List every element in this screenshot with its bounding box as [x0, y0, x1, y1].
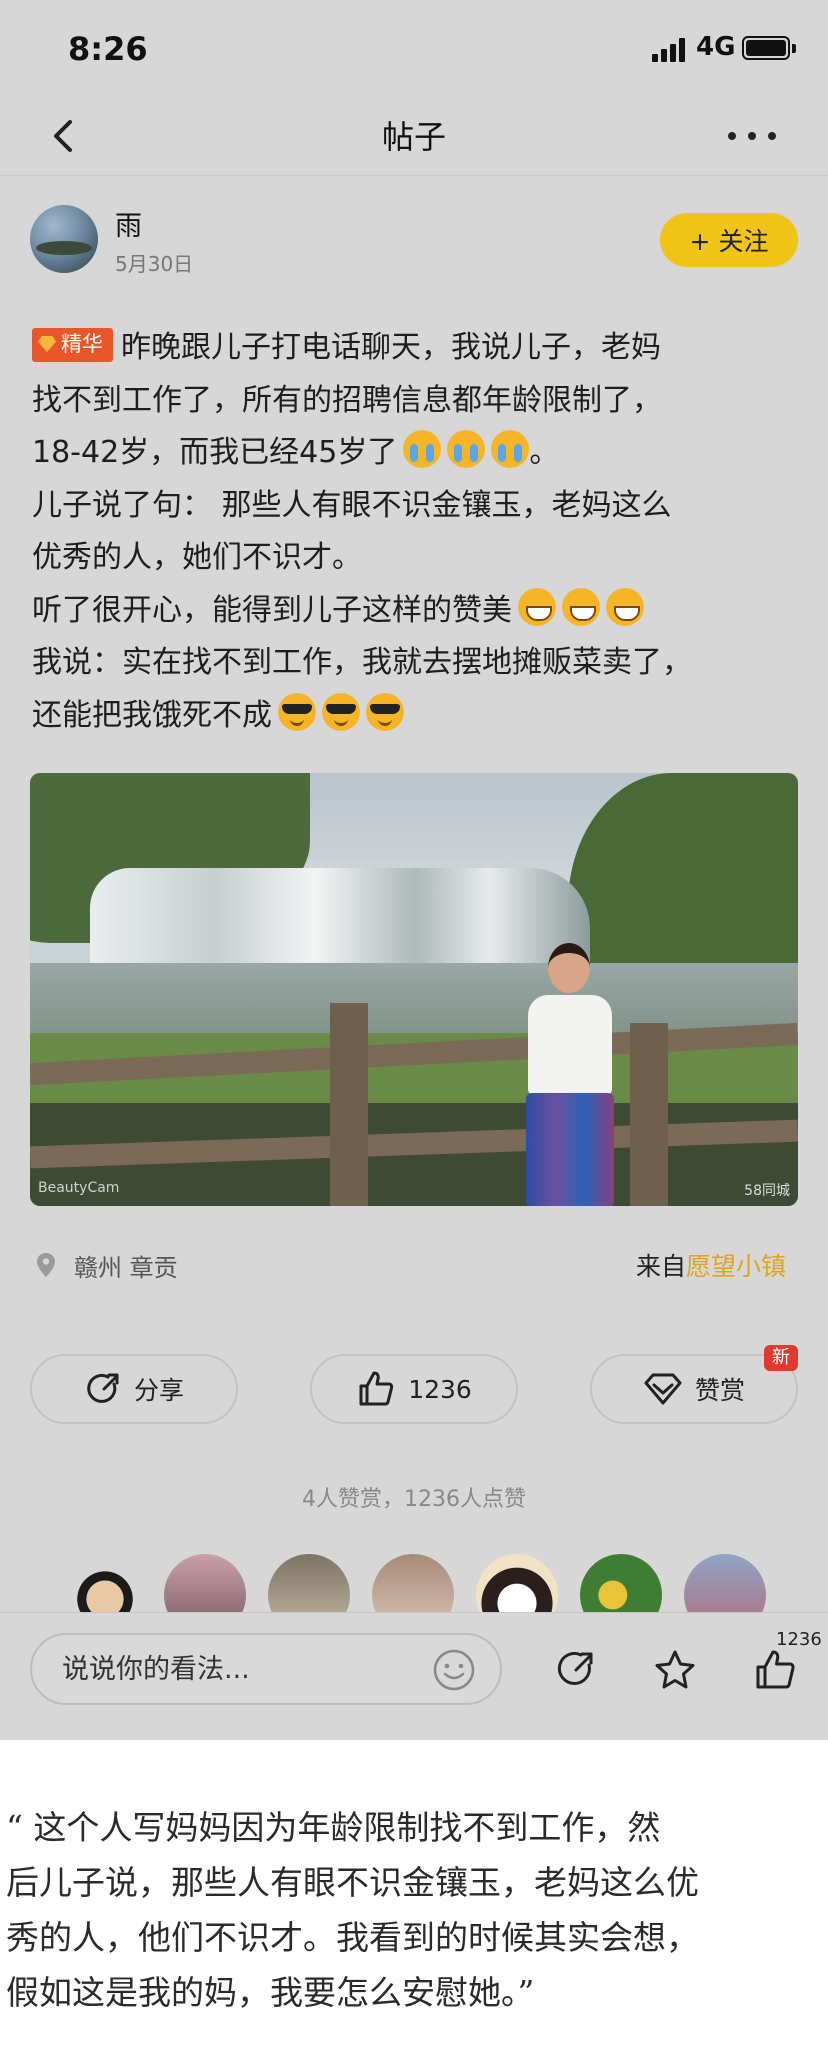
signal-icon [652, 38, 686, 62]
thumbs-up-icon[interactable] [752, 1647, 798, 1693]
source-app-name: 愿望小镇 [685, 1252, 786, 1281]
post-text-line: 昨晚跟儿子打电话聊天，我说儿子，老妈 [121, 330, 661, 365]
like-button[interactable]: 1236 [310, 1354, 518, 1424]
reward-label: 赞赏 [694, 1376, 745, 1405]
share-icon[interactable] [552, 1647, 598, 1693]
post-photo[interactable]: BeautyCam 58同城 [30, 773, 798, 1206]
new-badge: 新 [764, 1345, 798, 1371]
emoji-icon[interactable] [432, 1648, 476, 1692]
caption-line: 假如这是我的妈，我要怎么安慰她。” [6, 1973, 535, 2012]
caption-line: “ 这个人写妈妈因为年龄限制找不到工作，然 [6, 1808, 661, 1847]
author-avatar[interactable] [30, 205, 98, 273]
nav-bar: 帖子 [0, 100, 828, 176]
sunglasses-face-icon [322, 692, 360, 731]
app-screen: 8:26 4G 帖子 雨 5月30日 + 关注 精华 昨晚跟儿子打电话聊天，我说儿… [0, 0, 828, 1740]
status-bar: 8:26 4G [0, 0, 828, 100]
author-name[interactable]: 雨 [115, 204, 142, 243]
loudly-crying-face-icon [491, 430, 530, 468]
share-button[interactable]: 分享 [30, 1354, 238, 1424]
star-icon[interactable] [652, 1647, 698, 1693]
like-count-label: 1236 [408, 1374, 472, 1404]
photo-fence-post [330, 1003, 368, 1206]
reward-summary[interactable]: 4人赞赏，1236人点赞 [0, 1481, 828, 1513]
sunglasses-face-icon [366, 692, 404, 731]
post-line: 精华 昨晚跟儿子打电话聊天，我说儿子，老妈 [32, 322, 802, 375]
post-text-line: 优秀的人，她们不识才。 [32, 540, 362, 575]
post-text-line: 找不到工作了，所有的招聘信息都年龄限制了， [32, 382, 662, 418]
network-type: 4G [696, 32, 736, 62]
location-text[interactable]: 赣州 章贡 [74, 1248, 178, 1283]
post-text-line: 我说：实在找不到工作，我就去摆地摊贩菜卖了， [32, 645, 692, 680]
sunglasses-face-icon [278, 692, 316, 731]
post-text-line: 听了很开心，能得到儿子这样的赞美 [32, 592, 512, 628]
more-icon[interactable] [728, 128, 776, 144]
location-pin-icon [37, 1253, 55, 1277]
caption: “ 这个人写妈妈因为年龄限制找不到工作，然 后儿子说，那些人有眼不识金镶玉，老妈… [6, 1800, 822, 2020]
source-prefix: 来自 [635, 1252, 686, 1281]
caption-line: 后儿子说，那些人有眼不识金镶玉，老妈这么优 [6, 1863, 699, 1902]
photo-watermark-left: BeautyCam [38, 1180, 120, 1196]
follow-button[interactable]: + 关注 [660, 213, 798, 267]
post-line: 优秀的人，她们不识才。 [32, 532, 802, 585]
grinning-face-icon [562, 587, 600, 626]
photo-watermark-right: 58同城 [744, 1183, 790, 1199]
post-line: 18-42岁，而我已经45岁了 。 [32, 427, 802, 480]
diamond-icon [644, 1373, 682, 1405]
post-text-line: 还能把我饿死不成 [32, 697, 272, 733]
post-line: 还能把我饿死不成 [32, 690, 802, 743]
post-date: 5月30日 [115, 252, 194, 276]
post-text-line: 18-42岁，而我已经45岁了 [32, 435, 398, 470]
bottom-like-count: 1236 [776, 1629, 822, 1650]
grinning-face-icon [518, 587, 556, 626]
source-app[interactable]: 来自愿望小镇 [636, 1247, 786, 1283]
post-body: 精华 昨晚跟儿子打电话聊天，我说儿子，老妈 找不到工作了，所有的招聘信息都年龄限制… [32, 322, 802, 742]
thumbs-up-icon [359, 1371, 394, 1406]
post-line: 听了很开心，能得到儿子这样的赞美 [32, 585, 802, 638]
status-time: 8:26 [68, 30, 148, 68]
loudly-crying-face-icon [403, 430, 442, 468]
share-icon [87, 1373, 119, 1403]
photo-person [510, 943, 630, 1206]
post-line: 找不到工作了，所有的招聘信息都年龄限制了， [32, 375, 802, 428]
photo-fence-post [630, 1023, 668, 1206]
post-line: 儿子说了句： 那些人有眼不识金镶玉，老妈这么 [32, 480, 802, 533]
bottom-bar: 1236 [0, 1612, 828, 1740]
loudly-crying-face-icon [447, 430, 486, 468]
grinning-face-icon [606, 587, 644, 626]
share-label: 分享 [133, 1376, 184, 1405]
post-text-line: 儿子说了句： 那些人有眼不识金镶玉，老妈这么 [32, 487, 672, 523]
featured-badge-label: 精华 [61, 332, 103, 356]
post-text-line: 。 [529, 435, 560, 470]
post-line: 我说：实在找不到工作，我就去摆地摊贩菜卖了， [32, 637, 802, 690]
battery-cap [792, 44, 796, 53]
page-title: 帖子 [381, 118, 446, 156]
battery-icon [742, 36, 790, 60]
featured-badge: 精华 [32, 328, 113, 362]
caption-line: 秀的人，他们不识才。我看到的时候其实会想， [6, 1918, 699, 1957]
diamond-icon [38, 336, 56, 352]
